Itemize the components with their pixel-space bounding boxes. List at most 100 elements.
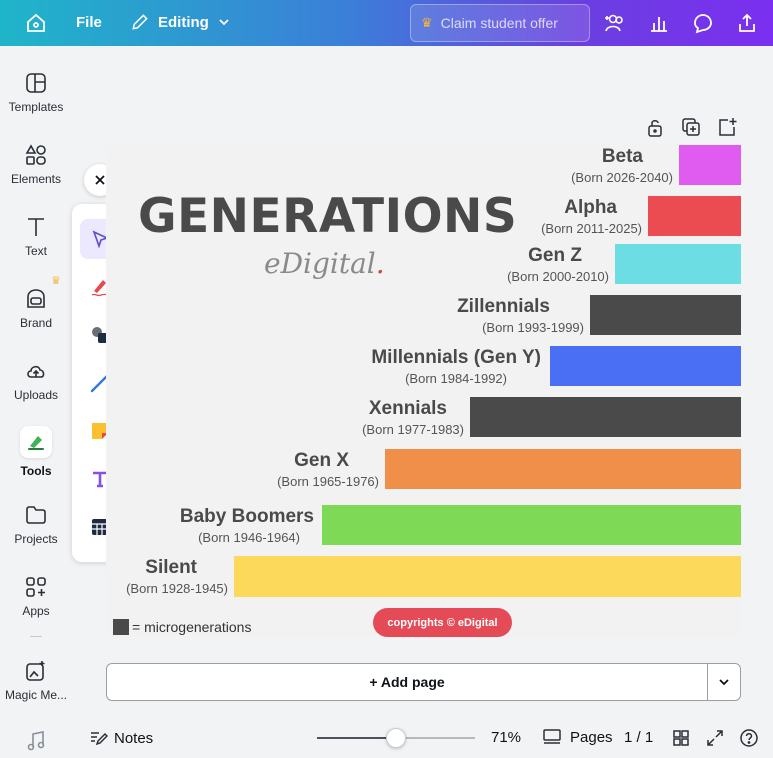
bottom-bar: Notes 71% Pages 1 / 1 [72, 718, 773, 758]
notes-icon [91, 732, 108, 746]
generation-name: Gen Z [528, 245, 582, 266]
generation-bar [615, 244, 741, 284]
generation-born-range: (Born 2000-2010) [507, 269, 609, 284]
sidebar-item-label: Uploads [13, 388, 59, 402]
comment-icon[interactable] [691, 11, 715, 35]
duplicate-page-icon[interactable] [680, 116, 702, 138]
generation-born-range: (Born 1977-1983) [362, 422, 464, 437]
sidebar-item-magic-media[interactable]: Magic Me... [0, 660, 72, 702]
add-page-button[interactable]: + Add page [106, 663, 708, 701]
sidebar-item-label: Magic Me... [4, 688, 67, 702]
generation-born-range: (Born 1965-1976) [277, 474, 379, 489]
generation-born-range: (Born 2011-2025) [541, 221, 642, 236]
home-icon[interactable] [24, 11, 48, 35]
claim-student-offer-button[interactable]: ♛ Claim student offer [410, 4, 590, 42]
sidebar-item-elements[interactable]: Elements [0, 144, 72, 186]
generation-bar [550, 346, 741, 386]
generation-born-range: (Born 2026-2040) [571, 170, 673, 185]
pencil-icon [132, 14, 148, 30]
generation-born-range: (Born 1946-1964) [198, 530, 300, 545]
zoom-slider-thumb[interactable] [386, 728, 406, 748]
generation-name: Silent [145, 557, 197, 578]
sidebar-item-brand[interactable]: ♛ Brand [0, 275, 72, 330]
sidebar-item-tools[interactable]: Tools [0, 426, 72, 478]
elements-icon [25, 144, 46, 165]
sidebar-item-label: Projects [14, 532, 58, 546]
notes-label: Notes [114, 729, 154, 747]
design-canvas[interactable]: GENERATIONS eDigital. Beta (Born 2026-204… [106, 145, 741, 637]
design-title: GENERATIONS [138, 189, 518, 244]
chevron-down-icon [219, 19, 229, 26]
upload-share-icon[interactable] [735, 11, 759, 35]
generation-bar [322, 505, 741, 545]
zoom-level[interactable]: 71% [491, 729, 521, 746]
page-count: 1 / 1 [624, 729, 654, 746]
generation-bar [590, 295, 741, 335]
lock-icon[interactable] [644, 116, 666, 138]
file-menu[interactable]: File [76, 14, 102, 31]
generation-name: Alpha [564, 197, 617, 218]
sidebar-item-projects[interactable]: Projects [0, 504, 72, 546]
generation-bar [234, 556, 741, 597]
sidebar-item-apps[interactable]: Apps [0, 576, 72, 618]
generation-name: Baby Boomers [179, 506, 314, 527]
sidebar-item-label: Tools [20, 464, 52, 478]
generation-born-range: (Born 1928-1945) [126, 581, 228, 596]
generation-bar [385, 449, 741, 489]
add-page-options-button[interactable] [707, 663, 741, 701]
tools-icon [28, 436, 44, 450]
templates-icon [26, 73, 46, 93]
generation-bar [648, 196, 741, 236]
music-icon[interactable] [26, 730, 46, 752]
sidebar-item-label: Text [24, 244, 47, 258]
top-bar: File Editing ♛ Claim student offer [0, 0, 773, 46]
pages-icon [543, 729, 561, 744]
help-icon[interactable] [739, 728, 759, 748]
chevron-down-icon [719, 679, 729, 686]
folder-icon [26, 506, 46, 524]
generation-name: Beta [601, 146, 643, 167]
pages-label: Pages [570, 728, 613, 746]
cloud-upload-icon [27, 365, 45, 378]
crown-icon: ♛ [421, 15, 433, 30]
sidebar-item-label: Templates [8, 100, 64, 114]
generation-born-range: (Born 1993-1999) [482, 320, 584, 335]
claim-label: Claim student offer [440, 15, 558, 31]
generation-bar [679, 145, 741, 185]
close-icon [95, 175, 105, 185]
generation-name: Millennials (Gen Y) [371, 347, 541, 368]
grid-view-icon[interactable] [671, 728, 691, 748]
share-people-icon[interactable] [603, 11, 627, 35]
analytics-icon[interactable] [647, 11, 671, 35]
generation-name: Xennials [368, 398, 447, 419]
crown-icon: ♛ [51, 275, 61, 287]
generation-name: Gen X [294, 450, 349, 471]
generation-born-range: (Born 1984-1992) [405, 371, 507, 386]
edigital-logo: eDigital. [264, 247, 385, 280]
logo-mark: . [375, 247, 385, 280]
generation-name: Zillennials [457, 296, 550, 317]
sidebar-item-uploads[interactable]: Uploads [0, 360, 72, 402]
generation-bar [470, 397, 741, 437]
editing-label: Editing [158, 13, 209, 31]
tools-icon-wrapper [20, 426, 52, 458]
sidebar-item-label: Apps [22, 604, 50, 618]
add-page-icon[interactable] [716, 116, 738, 138]
copyright-badge: copyrights © eDigital [373, 608, 512, 637]
pages-button[interactable]: Pages [542, 728, 613, 746]
editing-dropdown[interactable]: Editing [130, 12, 231, 32]
sidebar-item-label: Elements [10, 172, 62, 186]
sidebar-item-text[interactable]: Text [0, 216, 72, 258]
sidebar-divider [30, 636, 42, 637]
magic-media-icon [26, 661, 45, 681]
legend-swatch [113, 619, 129, 635]
apps-icon [26, 577, 46, 597]
brand-icon [27, 289, 45, 308]
legend-text: = microgenerations [132, 619, 252, 635]
sidebar-item-label: Brand [19, 316, 53, 330]
left-sidebar: Templates Elements Text ♛ Brand Uploads … [0, 46, 72, 758]
sidebar-item-templates[interactable]: Templates [0, 72, 72, 114]
notes-button[interactable]: Notes [88, 728, 153, 748]
text-icon [28, 218, 44, 236]
fullscreen-icon[interactable] [705, 728, 725, 748]
